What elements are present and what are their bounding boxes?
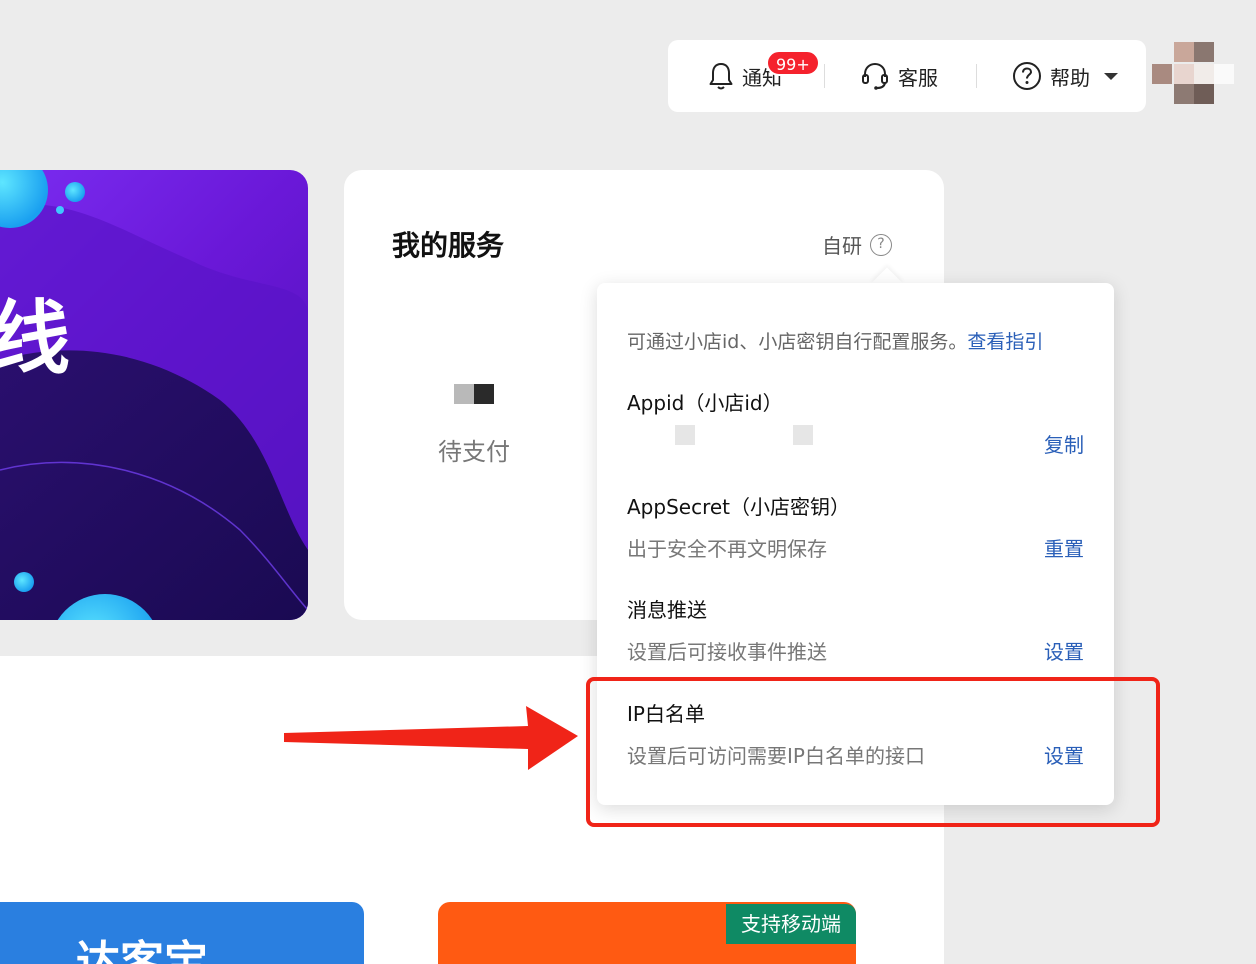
bell-icon [708, 61, 734, 91]
headset-icon [860, 61, 890, 91]
help-label: 帮助 [1050, 65, 1090, 90]
caret-down-icon [1104, 72, 1118, 80]
promo-banner[interactable]: 线 [0, 170, 308, 620]
copy-appid-button[interactable]: 复制 [1044, 429, 1084, 458]
top-header-bar: 通知 99+ 客服 帮助 [668, 40, 1146, 112]
reset-appsecret-button[interactable]: 重置 [1044, 533, 1084, 562]
popover-description: 可通过小店id、小店密钥自行配置服务。查看指引 [627, 327, 1043, 354]
mobile-support-tag: 支持移动端 [726, 904, 856, 944]
highlight-box [586, 677, 1160, 827]
header-divider [824, 64, 825, 88]
notifications-button[interactable]: 通知 [708, 40, 782, 112]
pointer-arrow-icon [284, 706, 578, 770]
question-circle-icon: ? [870, 233, 892, 256]
view-guide-link[interactable]: 查看指引 [967, 331, 1043, 353]
appid-title: Appid（小店id） [627, 391, 783, 415]
banner-title: 线 [0, 292, 72, 385]
notification-count-badge: 99+ [766, 50, 820, 76]
message-push-note: 设置后可接收事件推送 [627, 640, 827, 664]
help-menu-button[interactable]: 帮助 [1012, 40, 1118, 112]
customer-service-button[interactable]: 客服 [860, 40, 938, 112]
order-status-icon [454, 384, 494, 404]
appsecret-note: 出于安全不再文明保存 [627, 537, 827, 561]
app-tile-blue[interactable]: 达客宝 [0, 902, 364, 964]
pending-payment-label[interactable]: 待支付 [438, 432, 510, 467]
popover-description-text: 可通过小店id、小店密钥自行配置服务。 [627, 331, 968, 353]
question-circle-icon [1012, 61, 1042, 91]
message-push-settings-button[interactable]: 设置 [1044, 636, 1084, 665]
appsecret-title: AppSecret（小店密钥） [627, 495, 850, 519]
appid-value-masked [793, 425, 813, 445]
customer-service-label: 客服 [898, 65, 938, 90]
app-tile-title: 达客宝 [76, 937, 208, 964]
header-divider [976, 64, 977, 88]
self-dev-toggle[interactable]: 自研 ? [822, 230, 892, 259]
message-push-title: 消息推送 [627, 598, 707, 622]
avatar[interactable] [1152, 42, 1234, 126]
self-dev-label: 自研 [822, 234, 862, 258]
card-title: 我的服务 [392, 229, 505, 262]
banner-decoration [0, 170, 308, 620]
appid-value-masked [675, 425, 695, 445]
